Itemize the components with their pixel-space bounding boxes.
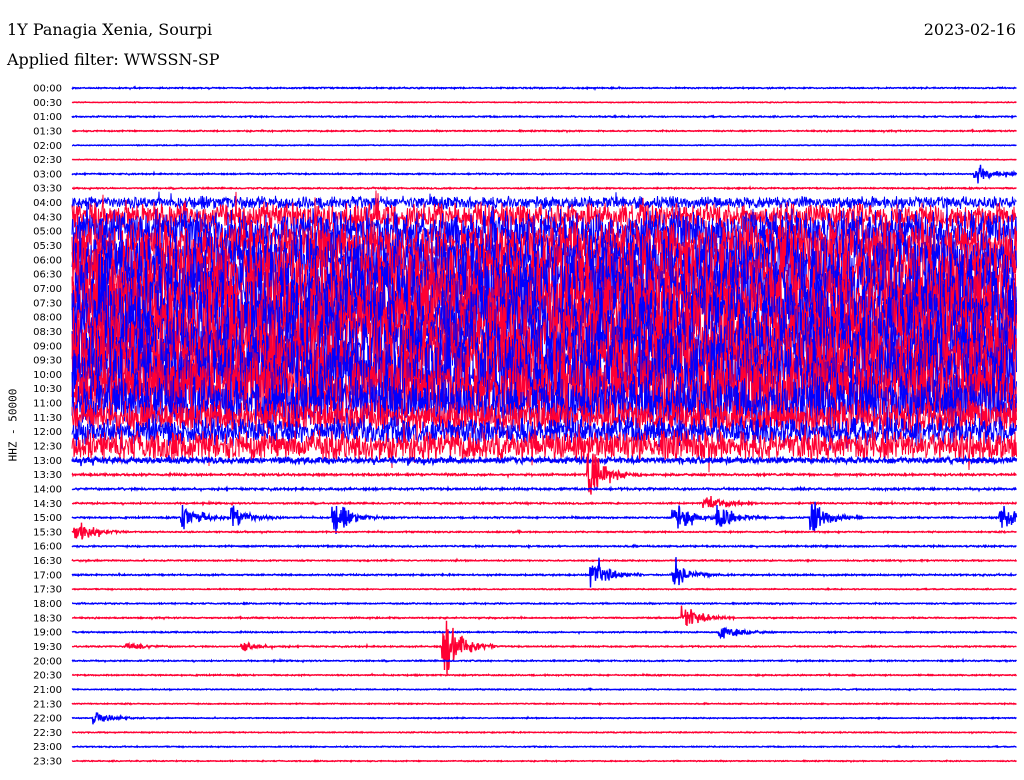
seismic-trace-0100	[71, 113, 1017, 120]
time-tick-label: 16:00	[33, 542, 62, 553]
seismic-trace-0230	[71, 158, 1017, 162]
seismic-trace-0200	[71, 143, 1017, 148]
seismic-trace-1800	[72, 601, 1017, 607]
time-tick-label: 04:30	[33, 212, 62, 223]
time-tick-label: 22:30	[33, 728, 62, 739]
time-tick-label: 13:30	[33, 470, 62, 481]
seismic-trace-2200	[71, 712, 1017, 725]
time-tick-label: 22:00	[33, 714, 62, 725]
time-tick-label: 21:30	[33, 699, 62, 710]
time-tick-label: 12:00	[33, 427, 62, 438]
time-tick-label: 14:00	[33, 484, 62, 495]
time-tick-label: 01:30	[33, 126, 62, 137]
seismic-trace-1600	[71, 543, 1017, 550]
seismic-trace-2230	[71, 730, 1017, 735]
seismic-trace-1930	[71, 620, 1017, 675]
seismic-trace-1430	[71, 495, 1018, 509]
time-tick-label: 09:30	[33, 356, 62, 367]
seismic-trace-1530	[71, 522, 1017, 540]
time-tick-label: 20:30	[33, 671, 62, 682]
seismic-trace-0030	[71, 100, 1017, 105]
time-tick-label: 08:30	[33, 327, 62, 338]
time-tick-label: 20:00	[33, 656, 62, 667]
time-tick-label: 13:00	[33, 456, 62, 467]
time-tick-label: 19:00	[33, 628, 62, 639]
time-tick-label: 12:30	[33, 442, 62, 453]
time-tick-label: 23:30	[33, 757, 62, 768]
time-tick-label: 18:00	[33, 599, 62, 610]
seismic-trace-2330	[71, 759, 1017, 764]
time-tick-label: 09:00	[33, 341, 62, 352]
time-tick-label: 10:30	[33, 384, 62, 395]
seismic-trace-1730	[71, 586, 1017, 592]
time-tick-label: 01:00	[33, 112, 62, 123]
helicorder-plot: 00:00 00:30 01:00 01:30 02:00 02:30 03:00 03:30…	[33, 84, 1018, 768]
time-tick-label: 17:00	[33, 570, 62, 581]
time-tick-label: 07:00	[33, 284, 62, 295]
seismic-trace-1830	[71, 605, 1018, 627]
time-tick-label: 21:00	[33, 685, 62, 696]
seismic-trace-1500	[71, 501, 1018, 535]
time-tick-label: 19:30	[33, 642, 62, 653]
seismic-trace-1630	[71, 557, 1018, 564]
seismic-trace-2100	[71, 687, 1017, 692]
time-tick-label: 11:00	[33, 399, 62, 410]
time-tick-label: 03:00	[33, 169, 62, 180]
time-tick-label: 18:30	[33, 613, 62, 624]
time-tick-label: 15:00	[33, 513, 62, 524]
time-tick-label: 07:30	[33, 298, 62, 309]
time-tick-label: 06:00	[33, 255, 62, 266]
seismic-trace-2030	[71, 672, 1017, 678]
time-tick-label: 11:30	[33, 413, 62, 424]
seismic-trace-1900	[71, 626, 1018, 640]
seismic-trace-1400	[71, 485, 1017, 493]
seismic-trace-0300	[71, 164, 1018, 184]
time-tick-label: 16:30	[33, 556, 62, 567]
time-tick-label: 02:30	[33, 155, 62, 166]
seismic-trace-1230	[71, 423, 1017, 473]
time-tick-label: 04:00	[33, 198, 62, 209]
time-tick-label: 00:00	[33, 84, 62, 95]
time-tick-label: 15:30	[33, 527, 62, 538]
time-tick-label: 14:30	[33, 499, 62, 510]
time-tick-label: 23:00	[33, 742, 62, 753]
seismic-trace-0400	[71, 191, 1017, 213]
time-tick-label: 10:00	[33, 370, 62, 381]
seismic-trace-2130	[71, 701, 1017, 707]
time-tick-label: 17:30	[33, 585, 62, 596]
time-tick-label: 08:00	[33, 313, 62, 324]
time-tick-label: 05:00	[33, 227, 62, 238]
seismic-trace-0130	[71, 128, 1017, 134]
seismic-trace-0000	[71, 85, 1017, 92]
seismic-trace-1300	[71, 454, 1018, 467]
seismic-trace-2300	[71, 744, 1017, 749]
seismic-trace-2000	[71, 657, 1017, 664]
time-tick-label: 03:30	[33, 184, 62, 195]
time-tick-label: 02:00	[33, 141, 62, 152]
seismic-trace-0330	[72, 185, 1017, 191]
time-tick-label: 00:30	[33, 98, 62, 109]
time-tick-label: 06:30	[33, 270, 62, 281]
time-tick-label: 05:30	[33, 241, 62, 252]
